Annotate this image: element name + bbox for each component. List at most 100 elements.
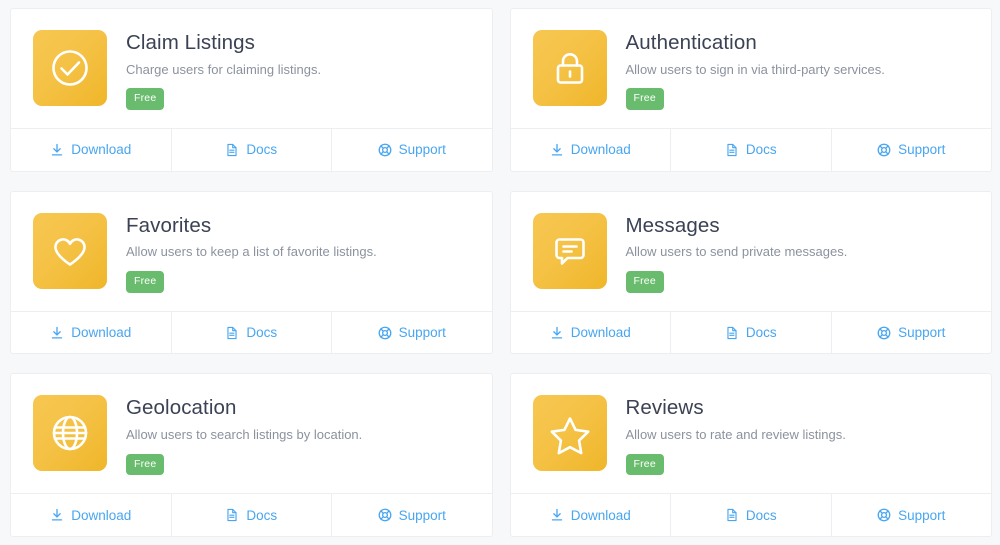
support-label: Support — [898, 325, 946, 341]
download-label: Download — [71, 325, 132, 341]
card-title: Reviews — [625, 396, 704, 420]
addon-card-grid: Claim Listings Charge users for claiming… — [0, 0, 1000, 545]
document-icon — [725, 326, 739, 340]
card-description: Allow users to sign in via third-party s… — [625, 61, 885, 77]
lifebuoy-icon — [877, 508, 891, 522]
addon-card-authentication: Authentication Allow users to sign in vi… — [509, 8, 992, 172]
support-button[interactable]: Support — [332, 129, 492, 171]
card-text: Claim Listings Charge users for claiming… — [126, 30, 472, 110]
docs-label: Docs — [246, 325, 278, 341]
price-badge: Free — [625, 271, 664, 293]
card-body: Claim Listings Charge users for claiming… — [11, 9, 492, 128]
docs-button[interactable]: Docs — [671, 494, 832, 537]
card-text: Reviews Allow users to rate and review l… — [625, 395, 972, 476]
card-title: Geolocation — [126, 396, 237, 420]
addon-card-favorites: Favorites Allow users to keep a list of … — [10, 190, 493, 355]
download-button[interactable]: Download — [511, 311, 671, 354]
docs-button[interactable]: Docs — [172, 128, 332, 171]
card-title: Favorites — [126, 213, 212, 237]
card-text: Geolocation Allow users to search listin… — [126, 395, 472, 476]
addon-card-geolocation: Geolocation Allow users to search listin… — [10, 373, 493, 537]
document-icon — [225, 508, 239, 522]
lifebuoy-icon — [877, 143, 891, 157]
chat-bubble-icon — [532, 212, 607, 289]
download-button[interactable]: Download — [11, 128, 172, 171]
download-icon — [50, 508, 64, 522]
lifebuoy-icon — [378, 326, 392, 340]
download-label: Download — [570, 507, 631, 523]
price-badge: Free — [126, 271, 165, 293]
docs-label: Docs — [246, 507, 278, 523]
download-icon — [50, 143, 64, 157]
download-label: Download — [570, 325, 631, 341]
addon-card-messages: Messages Allow users to send private mes… — [509, 190, 992, 355]
download-button[interactable]: Download — [11, 494, 172, 537]
card-description: Allow users to search listings by locati… — [126, 426, 363, 442]
download-label: Download — [71, 507, 132, 523]
price-badge: Free — [126, 88, 165, 110]
card-description: Allow users to rate and review listings. — [625, 426, 846, 442]
card-footer: Download Docs Support — [11, 127, 492, 171]
card-title: Authentication — [625, 31, 757, 54]
card-footer: Download Docs Support — [510, 493, 992, 537]
download-icon — [50, 326, 64, 340]
support-button[interactable]: Support — [832, 129, 992, 171]
download-label: Download — [71, 142, 132, 158]
card-title: Messages — [625, 213, 720, 237]
download-label: Download — [570, 142, 631, 158]
card-footer: Download Docs Support — [11, 493, 492, 537]
card-text: Authentication Allow users to sign in vi… — [625, 30, 972, 110]
price-badge: Free — [625, 88, 664, 110]
download-button[interactable]: Download — [511, 128, 671, 171]
card-description: Allow users to keep a list of favorite l… — [126, 244, 377, 260]
support-label: Support — [398, 325, 446, 341]
price-badge: Free — [625, 453, 664, 476]
lock-icon — [532, 30, 607, 106]
card-body: Authentication Allow users to sign in vi… — [511, 9, 992, 128]
support-label: Support — [898, 142, 946, 158]
docs-label: Docs — [745, 507, 777, 523]
docs-button[interactable]: Docs — [172, 311, 332, 354]
docs-label: Docs — [745, 142, 777, 158]
support-button[interactable]: Support — [832, 494, 992, 536]
lifebuoy-icon — [378, 143, 392, 157]
support-button[interactable]: Support — [832, 312, 992, 354]
download-icon — [550, 326, 564, 340]
docs-button[interactable]: Docs — [671, 311, 832, 354]
docs-button[interactable]: Docs — [671, 128, 832, 171]
document-icon — [225, 143, 239, 157]
download-button[interactable]: Download — [11, 311, 172, 354]
card-text: Messages Allow users to send private mes… — [625, 213, 972, 293]
card-text: Favorites Allow users to keep a list of … — [126, 213, 472, 293]
lifebuoy-icon — [877, 326, 891, 340]
download-icon — [550, 143, 564, 157]
lifebuoy-icon — [378, 508, 392, 522]
card-footer: Download Docs Support — [510, 310, 992, 354]
card-body: Reviews Allow users to rate and review l… — [511, 374, 992, 493]
check-circle-icon — [33, 30, 107, 106]
card-footer: Download Docs Support — [510, 127, 992, 171]
docs-button[interactable]: Docs — [172, 494, 332, 537]
support-label: Support — [398, 142, 446, 158]
download-icon — [550, 508, 564, 522]
star-icon — [532, 395, 607, 472]
card-title: Claim Listings — [126, 31, 255, 54]
globe-icon — [33, 395, 107, 472]
download-button[interactable]: Download — [511, 494, 671, 537]
card-footer: Download Docs Support — [11, 310, 492, 354]
price-badge: Free — [126, 453, 165, 476]
docs-label: Docs — [745, 325, 777, 341]
card-body: Favorites Allow users to keep a list of … — [11, 192, 492, 311]
document-icon — [725, 508, 739, 522]
support-button[interactable]: Support — [332, 312, 492, 354]
addon-card-claim-listings: Claim Listings Charge users for claiming… — [10, 8, 493, 172]
card-description: Allow users to send private messages. — [625, 244, 848, 260]
document-icon — [225, 326, 239, 340]
docs-label: Docs — [246, 142, 278, 158]
support-button[interactable]: Support — [332, 494, 492, 536]
support-label: Support — [898, 507, 946, 523]
support-label: Support — [398, 507, 446, 523]
card-body: Geolocation Allow users to search listin… — [11, 374, 492, 493]
addon-card-reviews: Reviews Allow users to rate and review l… — [509, 373, 992, 537]
card-body: Messages Allow users to send private mes… — [511, 192, 992, 311]
